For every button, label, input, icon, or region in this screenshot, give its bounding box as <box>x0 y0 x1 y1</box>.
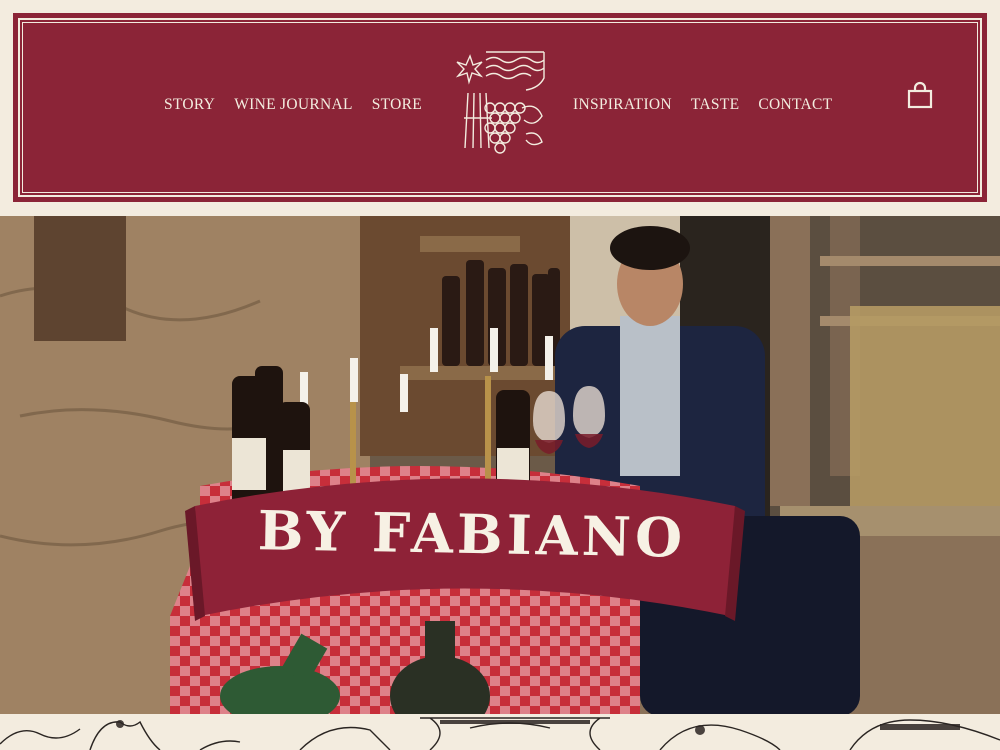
hero-image <box>0 216 1000 714</box>
nav-right: INSPIRATION TASTE CONTACT <box>573 96 851 114</box>
hero-photo <box>0 216 1000 714</box>
shopping-bag-icon[interactable] <box>907 81 933 109</box>
logo-icon[interactable] <box>440 38 550 158</box>
nav-left: STORY WINE JOURNAL STORE <box>164 96 441 114</box>
hero-banner-text: BY FABIANO <box>257 498 687 570</box>
nav-wine-journal[interactable]: WINE JOURNAL <box>234 96 353 114</box>
nav-story[interactable]: STORY <box>164 96 215 114</box>
engraving-strip <box>0 714 1000 750</box>
nav-inspiration[interactable]: INSPIRATION <box>573 96 672 114</box>
nav-taste[interactable]: TASTE <box>691 96 739 114</box>
nav-contact[interactable]: CONTACT <box>758 96 832 114</box>
nav-store[interactable]: STORE <box>372 96 422 114</box>
